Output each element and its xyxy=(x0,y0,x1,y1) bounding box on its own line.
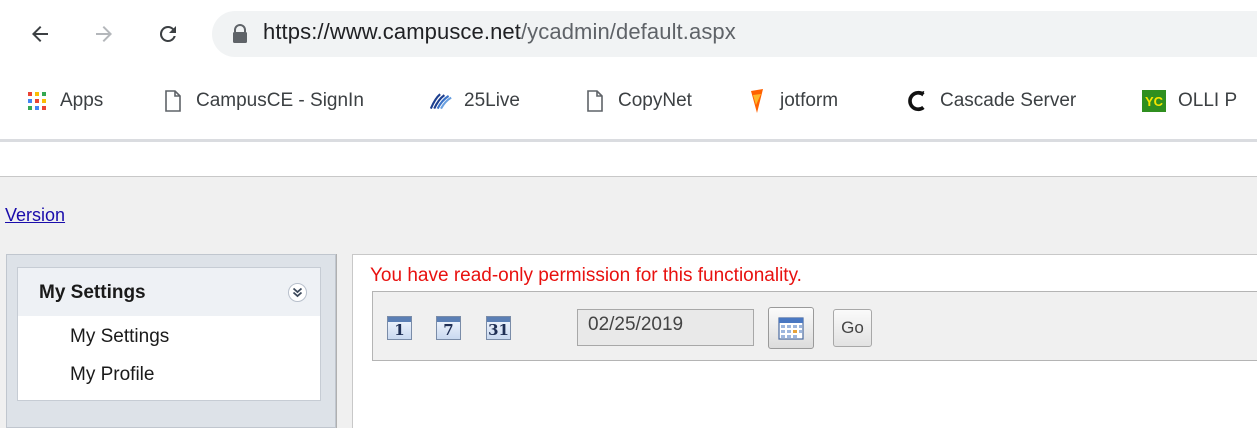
panel-header: My Settings xyxy=(18,268,320,316)
month-view-label: 31 xyxy=(488,321,509,339)
back-arrow-icon xyxy=(32,26,48,42)
url-host: https://www.campusce.net xyxy=(263,19,521,44)
bookmark-label: CampusCE - SignIn xyxy=(196,90,364,111)
bookmark-label: CopyNet xyxy=(618,90,692,111)
date-toolbar: 1 7 31 02/25/2019 Go xyxy=(372,291,1257,361)
week-view-icon[interactable]: 7 xyxy=(436,316,461,340)
day-view-icon[interactable]: 1 xyxy=(387,316,412,340)
cascade-logo-icon xyxy=(906,90,928,112)
bookmark-olli[interactable]: YC OLLI P xyxy=(1142,86,1237,116)
permission-message: You have read-only permission for this f… xyxy=(370,265,802,286)
forward-button[interactable] xyxy=(86,16,122,52)
25live-logo-icon xyxy=(430,90,452,112)
calendar-icon xyxy=(778,317,804,340)
bookmark-label: Cascade Server xyxy=(940,90,1077,111)
apps-grid-icon xyxy=(26,90,48,112)
my-settings-panel: My Settings My Settings My Profile xyxy=(17,267,321,401)
sidebar-item-my-profile[interactable]: My Profile xyxy=(70,364,154,386)
page-icon xyxy=(162,90,184,112)
reload-icon xyxy=(159,25,176,42)
panel-divider xyxy=(336,254,337,428)
bookmark-label: 25Live xyxy=(464,90,520,111)
bookmark-campusce-signin[interactable]: CampusCE - SignIn xyxy=(162,86,364,116)
url-path: /ycadmin/default.aspx xyxy=(520,19,736,44)
bookmark-label: OLLI P xyxy=(1178,90,1238,111)
date-field[interactable]: 02/25/2019 xyxy=(577,309,754,346)
lock-icon xyxy=(233,24,247,43)
forward-arrow-icon xyxy=(96,26,112,42)
page-content: Version My Settings My Settings My Profi… xyxy=(0,142,1257,428)
month-view-icon[interactable]: 31 xyxy=(486,316,511,340)
bookmark-label: Apps xyxy=(60,90,104,111)
page-icon xyxy=(584,90,606,112)
back-button[interactable] xyxy=(22,16,58,52)
bookmark-apps[interactable]: Apps xyxy=(26,86,103,116)
left-sidebar: My Settings My Settings My Profile xyxy=(6,254,336,428)
bookmarks-bar: Apps CampusCE - SignIn 25Live CopyNet jo… xyxy=(0,72,1257,130)
main-panel: You have read-only permission for this f… xyxy=(352,254,1257,428)
bookmark-cascade-server[interactable]: Cascade Server xyxy=(906,86,1076,116)
version-link[interactable]: Version xyxy=(5,205,65,226)
bookmark-jotform[interactable]: jotform xyxy=(746,86,838,116)
bookmark-label: jotform xyxy=(780,90,839,111)
sidebar-item-my-settings[interactable]: My Settings xyxy=(70,326,169,348)
collapse-chevron-icon[interactable] xyxy=(288,283,307,302)
url-text[interactable]: https://www.campusce.net/ycadmin/default… xyxy=(263,19,736,45)
bookmark-25live[interactable]: 25Live xyxy=(430,86,520,116)
go-button[interactable]: Go xyxy=(833,309,872,347)
browser-toolbar: https://www.campusce.net/ycadmin/default… xyxy=(0,0,1257,72)
bookmark-copynet[interactable]: CopyNet xyxy=(584,86,692,116)
panel-title: My Settings xyxy=(39,282,146,303)
jotform-logo-icon xyxy=(746,89,768,113)
yc-logo-icon: YC xyxy=(1142,90,1166,112)
calendar-picker-button[interactable] xyxy=(768,307,814,349)
reload-button[interactable] xyxy=(150,16,186,52)
week-view-label: 7 xyxy=(443,321,454,339)
day-view-label: 1 xyxy=(394,321,405,339)
